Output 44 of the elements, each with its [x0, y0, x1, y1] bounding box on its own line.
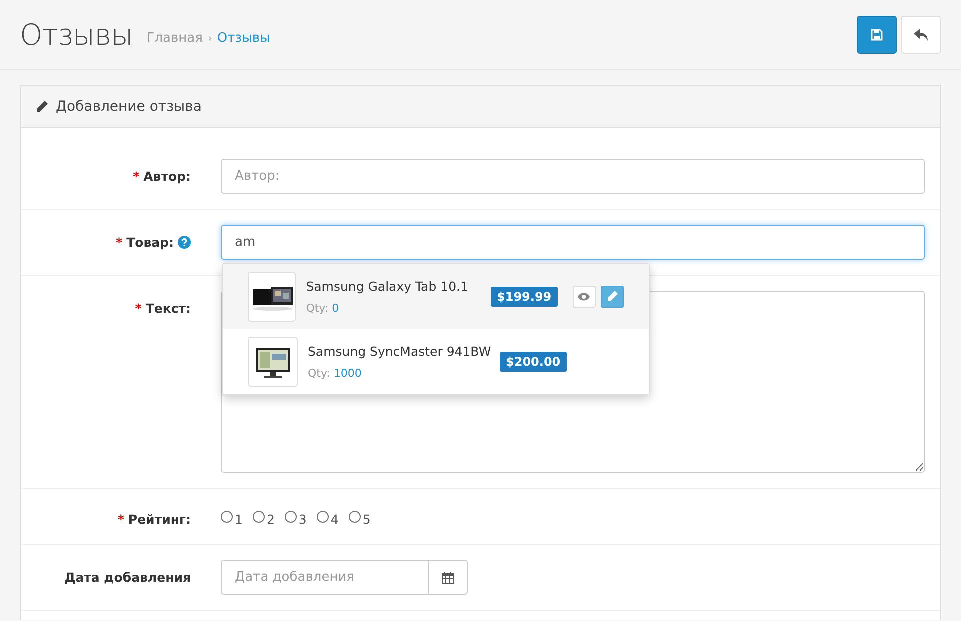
- suggestion-item[interactable]: Samsung SyncMaster 941BW Qty: 1000 $200.00: [223, 329, 649, 394]
- calendar-button[interactable]: [429, 560, 468, 595]
- author-field[interactable]: Автор:: [221, 159, 925, 194]
- breadcrumb-separator: ›: [208, 32, 212, 45]
- product-name: Samsung Galaxy Tab 10.1: [306, 278, 470, 294]
- radio-button[interactable]: [284, 511, 297, 523]
- field-label: Рейтинг:: [128, 512, 191, 526]
- rating-option[interactable]: 5: [348, 511, 371, 527]
- required-mark: *: [133, 169, 140, 184]
- product-field[interactable]: am: [221, 225, 925, 260]
- pencil-icon: [606, 291, 618, 302]
- save-button[interactable]: [857, 16, 897, 54]
- radio-button[interactable]: [348, 511, 361, 523]
- rating-option[interactable]: 4: [316, 511, 339, 527]
- calendar-icon: [442, 572, 454, 584]
- rating-option[interactable]: 2: [252, 511, 275, 527]
- view-button[interactable]: [572, 286, 596, 308]
- panel-title: Добавление отзыва: [56, 98, 202, 114]
- field-label: Товар:: [126, 235, 174, 250]
- price-tag: $199.99: [491, 286, 558, 306]
- pencil-icon: [36, 100, 48, 112]
- field-label: Дата добавления: [64, 570, 191, 585]
- required-mark: *: [116, 235, 123, 250]
- rating-option[interactable]: 3: [284, 511, 307, 527]
- field-label: Текст:: [146, 301, 191, 316]
- edit-button[interactable]: [600, 286, 624, 308]
- radio-button[interactable]: [316, 511, 329, 523]
- eye-icon: [578, 292, 590, 300]
- required-mark: *: [135, 301, 142, 316]
- product-name: Samsung SyncMaster 941BW: [308, 344, 492, 358]
- product-qty: Qty: 0: [306, 302, 340, 314]
- price-tag: $200.00: [500, 352, 567, 372]
- reply-arrow-icon: [914, 28, 928, 40]
- radio-button[interactable]: [252, 511, 265, 523]
- field-label: Автор:: [144, 169, 191, 184]
- rating-option[interactable]: 1: [221, 511, 243, 527]
- product-qty: Qty: 1000: [308, 366, 363, 380]
- help-icon[interactable]: [178, 236, 191, 249]
- required-mark: *: [118, 512, 124, 526]
- suggestion-item[interactable]: Samsung Galaxy Tab 10.1 Qty: 0 $199.99: [223, 264, 649, 329]
- back-button[interactable]: [901, 16, 941, 54]
- radio-button[interactable]: [221, 511, 233, 523]
- date-field[interactable]: Дата добавления: [221, 560, 430, 595]
- page-title: Отзывы: [20, 18, 133, 52]
